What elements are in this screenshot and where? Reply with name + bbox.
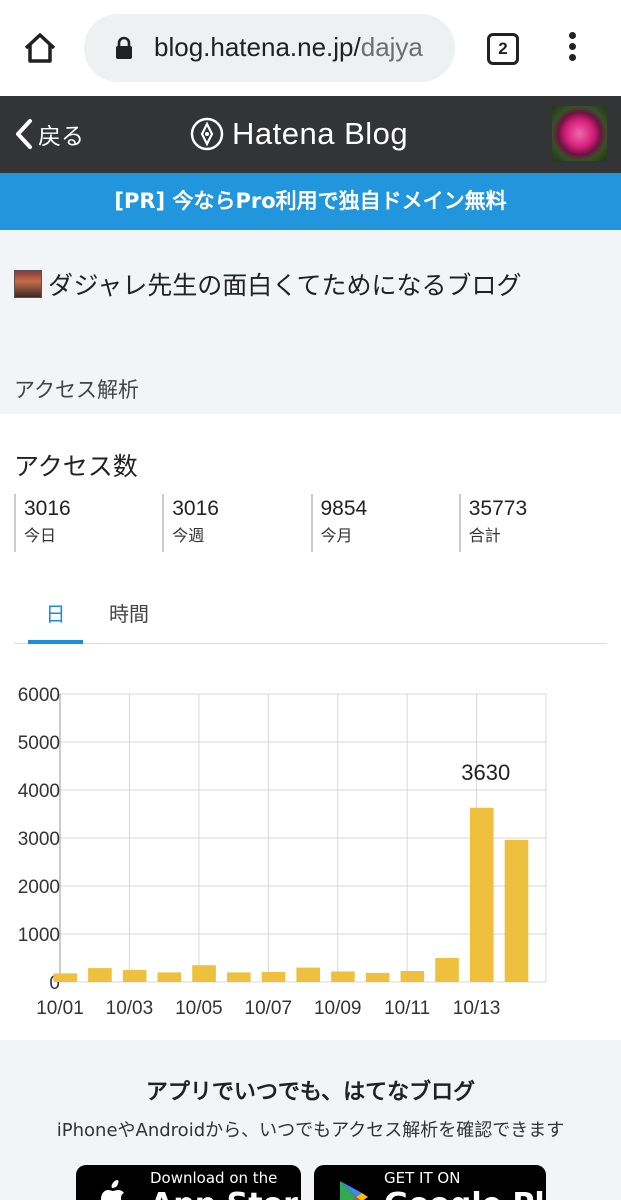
tab-hour[interactable]: 時間 [94, 594, 164, 644]
bar-value-label: 3630 [461, 760, 510, 785]
access-chart: 0 1000 2000 3000 4000 5000 6000 10/01 10/03 10/05… [0, 670, 621, 1030]
blog-title-text: ダジャレ先生の面白くてためになるブログ [48, 271, 522, 300]
x-tick-label: 10/05 [175, 998, 223, 1019]
bar-10-06 [226, 972, 251, 982]
access-stats: 3016 今日 3016 今週 9854 今月 35773 合計 [14, 494, 607, 552]
bar-10-03 [122, 970, 147, 982]
hatena-header: 戻る Hatena Blog [0, 96, 621, 173]
app-promo: アプリでいつでも、はてなブログ iPhoneやAndroidから、いつでもアクセ… [0, 1040, 621, 1200]
chevron-left-icon [16, 119, 32, 149]
lock-icon [114, 36, 134, 60]
promo-subtitle: iPhoneやAndroidから、いつでもアクセス解析を確認できます [56, 1120, 565, 1141]
bar-10-02 [88, 968, 112, 982]
app-store-big: App Store [150, 1187, 301, 1200]
x-tick-label: 10/03 [106, 998, 154, 1019]
back-label: 戻る [38, 124, 84, 150]
y-tick-label: 6000 [18, 685, 60, 706]
tab-day[interactable]: 日 [28, 594, 83, 644]
apple-icon [101, 1180, 124, 1200]
home-icon[interactable] [20, 28, 60, 68]
y-tick-label: 3000 [18, 829, 60, 850]
google-play-icon [340, 1181, 368, 1200]
bar-10-01 [53, 973, 78, 982]
pr-banner[interactable]: [PR] 今ならPro利用で独自ドメイン無料 [0, 173, 621, 230]
bar-10-11 [400, 970, 425, 982]
url-main: blog.hatena.ne.jp/ [154, 32, 361, 62]
y-tick-label: 5000 [18, 733, 60, 754]
blog-icon [14, 270, 42, 298]
stat-label: 今日 [24, 526, 57, 545]
promo-title: アプリでいつでも、はてなブログ [145, 1080, 476, 1105]
back-button[interactable]: 戻る [14, 112, 84, 156]
bar-10-07 [261, 971, 286, 982]
overflow-menu-icon[interactable] [560, 30, 584, 66]
y-tick-label: 1000 [18, 925, 60, 946]
stat-value: 35773 [468, 497, 528, 520]
x-tick-label: 10/07 [245, 998, 293, 1019]
stat-label: 合計 [468, 526, 501, 545]
stat-today: 3016 今日 [14, 494, 162, 552]
url-rest: dajya [360, 32, 423, 62]
x-tick-label: 10/11 [384, 998, 430, 1019]
bar-10-04 [157, 972, 182, 982]
stat-week: 3016 今週 [162, 494, 310, 552]
blog-title[interactable]: ダジャレ先生の面白くてためになるブログ [14, 266, 522, 302]
user-avatar[interactable] [552, 106, 607, 161]
bar-10-09 [331, 971, 355, 982]
y-tick-label: 2000 [18, 877, 60, 898]
bar-10-10 [365, 972, 390, 982]
blog-header-area: ダジャレ先生の面白くてためになるブログ アクセス解析 [0, 230, 621, 414]
address-bar[interactable]: blog.hatena.ne.jp/dajya [84, 14, 455, 82]
stat-value: 3016 [24, 497, 71, 520]
url-text: blog.hatena.ne.jp/dajya [154, 32, 423, 63]
bar-10-14 [504, 839, 529, 982]
stat-label: 今週 [172, 526, 205, 545]
access-bar-chart: 010002000300040005000600010/01 10/03 10/05… [18, 685, 547, 1019]
bar-10-08 [296, 967, 321, 982]
tab-switcher-button[interactable]: 2 [487, 33, 519, 65]
x-tick-label: 10/09 [314, 998, 362, 1019]
y-tick-label: 4000 [18, 781, 60, 802]
x-tick-label: 10/01 [36, 998, 84, 1019]
stat-total: 35773 合計 [458, 494, 607, 552]
google-play-button[interactable]: GET IT ON Google Play [314, 1165, 546, 1200]
bar-10-05 [192, 965, 216, 982]
google-play-small: GET IT ON [384, 1169, 461, 1187]
stat-month: 9854 今月 [310, 494, 459, 552]
bar-10-12 [435, 958, 459, 982]
bar-10-13 [469, 807, 494, 982]
x-tick-label: 10/13 [453, 998, 501, 1019]
app-store-small: Download on the [150, 1169, 278, 1187]
chart-tabs: 日 時間 [14, 594, 607, 644]
pen-nib-icon [190, 117, 224, 151]
stat-value: 3016 [172, 497, 219, 520]
browser-toolbar: blog.hatena.ne.jp/dajya 2 [0, 0, 621, 96]
stat-value: 9854 [320, 497, 368, 520]
stat-label: 今月 [320, 526, 353, 545]
brand-text: Hatena Blog [232, 116, 409, 151]
hatena-blog-logo[interactable]: Hatena Blog [190, 112, 408, 156]
app-store-button[interactable]: Download on the App Store [76, 1165, 301, 1200]
access-heading: アクセス数 [14, 452, 138, 481]
section-label: アクセス解析 [14, 378, 139, 402]
google-play-big: Google Play [384, 1187, 546, 1200]
